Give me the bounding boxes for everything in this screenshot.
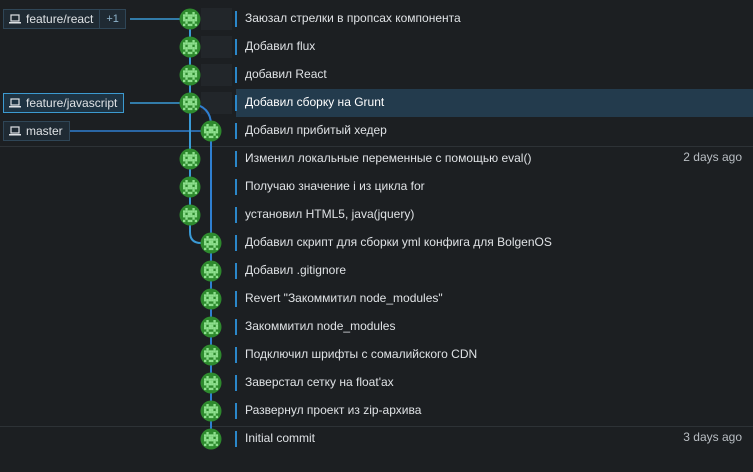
commit-message: установил HTML5, java(jquery) (245, 207, 415, 221)
commit-avatar-icon (200, 344, 222, 366)
commit-message: добавил React (245, 67, 327, 81)
message-column-marker (235, 207, 237, 223)
commit-message: Получаю значение i из цикла for (245, 179, 425, 193)
commit-avatar-icon (179, 176, 201, 198)
message-column-marker (235, 39, 237, 55)
message-column-marker (235, 123, 237, 139)
graph-cell (201, 8, 232, 30)
message-column-marker (235, 179, 237, 195)
commit-avatar-icon (200, 400, 222, 422)
branch-name: master (26, 124, 63, 138)
commit-row[interactable]: Изменил локальные переменные с помощью e… (0, 145, 753, 173)
commit-avatar-icon (179, 148, 201, 170)
branch-name: feature/javascript (26, 96, 118, 110)
message-column-marker (235, 347, 237, 363)
commit-row[interactable]: Подключил шрифты с сомалийского CDN (0, 341, 753, 369)
commit-message: Revert "Закоммитил node_modules" (245, 291, 443, 305)
branch-tag-feature-javascript[interactable]: feature/javascript (3, 93, 125, 113)
commit-graph-panel: Заюзал стрелки в пропсах компонента Доба… (0, 0, 753, 472)
graph-cell (201, 64, 232, 86)
commit-message: Initial commit (245, 431, 316, 445)
graph-cell (201, 36, 232, 58)
commit-row[interactable]: Закоммитил node_modules (0, 313, 753, 341)
commit-avatar-icon (179, 36, 201, 58)
message-column-marker (235, 235, 237, 251)
message-column-marker (235, 319, 237, 335)
commit-avatar-icon (200, 316, 222, 338)
commit-row[interactable]: Добавил прибитый хедер (0, 117, 753, 145)
commit-row[interactable]: Добавил скрипт для сборки yml конфига дл… (0, 229, 753, 257)
commit-message: Изменил локальные переменные с помощью e… (245, 151, 532, 165)
commit-time: 2 days ago (683, 150, 742, 164)
commit-message: Заверстал сетку на float'ах (245, 375, 394, 389)
graph-cell (201, 92, 232, 114)
commit-row[interactable]: установил HTML5, java(jquery) (0, 201, 753, 229)
commit-avatar-icon (179, 64, 201, 86)
commit-message: Заюзал стрелки в пропсах компонента (245, 11, 461, 25)
message-column-marker (235, 375, 237, 391)
commit-time: 3 days ago (683, 430, 742, 444)
commit-avatar-icon (200, 232, 222, 254)
commit-avatar-icon (179, 8, 201, 30)
commit-message: Добавил .gitignore (245, 263, 346, 277)
branch-tag-master[interactable]: master (3, 121, 70, 141)
message-column-marker (235, 431, 237, 447)
commit-row[interactable]: добавил React (0, 61, 753, 89)
branch-name: feature/react (26, 12, 94, 26)
commit-message: Подключил шрифты с сомалийского CDN (245, 347, 478, 361)
message-column-marker (235, 291, 237, 307)
commit-message: Добавил flux (245, 39, 316, 53)
date-separator (0, 146, 753, 147)
message-column-marker (235, 11, 237, 27)
commit-row[interactable]: Добавил flux (0, 33, 753, 61)
branch-tag-feature-react[interactable]: feature/react +1 (3, 9, 126, 29)
commit-message: Добавил скрипт для сборки yml конфига дл… (245, 235, 552, 249)
commit-row[interactable]: Initial commit 3 days ago (0, 425, 753, 453)
branch-extra-count[interactable]: +1 (99, 10, 125, 28)
commit-message: Развернул проект из zip-архива (245, 403, 422, 417)
commit-message: Добавил сборку на Grunt (245, 95, 385, 109)
message-column-marker (235, 403, 237, 419)
commit-row[interactable]: Revert "Закоммитил node_modules" (0, 285, 753, 313)
commit-avatar-icon (200, 372, 222, 394)
commit-avatar-icon (200, 120, 222, 142)
commit-row[interactable]: Добавил .gitignore (0, 257, 753, 285)
message-column-marker (235, 263, 237, 279)
date-separator (0, 426, 753, 427)
message-column-marker (235, 151, 237, 167)
commit-avatar-icon (200, 428, 222, 450)
commit-avatar-icon (179, 92, 201, 114)
laptop-icon (4, 121, 26, 141)
commit-row[interactable]: Получаю значение i из цикла for (0, 173, 753, 201)
commit-row[interactable]: Развернул проект из zip-архива (0, 397, 753, 425)
message-column-marker (235, 95, 237, 111)
commit-row[interactable]: Заверстал сетку на float'ах (0, 369, 753, 397)
commit-avatar-icon (200, 260, 222, 282)
commit-avatar-icon (200, 288, 222, 310)
laptop-icon (4, 9, 26, 29)
message-column-marker (235, 67, 237, 83)
commit-message: Добавил прибитый хедер (245, 123, 387, 137)
laptop-icon (4, 93, 26, 113)
commit-message: Закоммитил node_modules (245, 319, 396, 333)
commit-avatar-icon (179, 204, 201, 226)
